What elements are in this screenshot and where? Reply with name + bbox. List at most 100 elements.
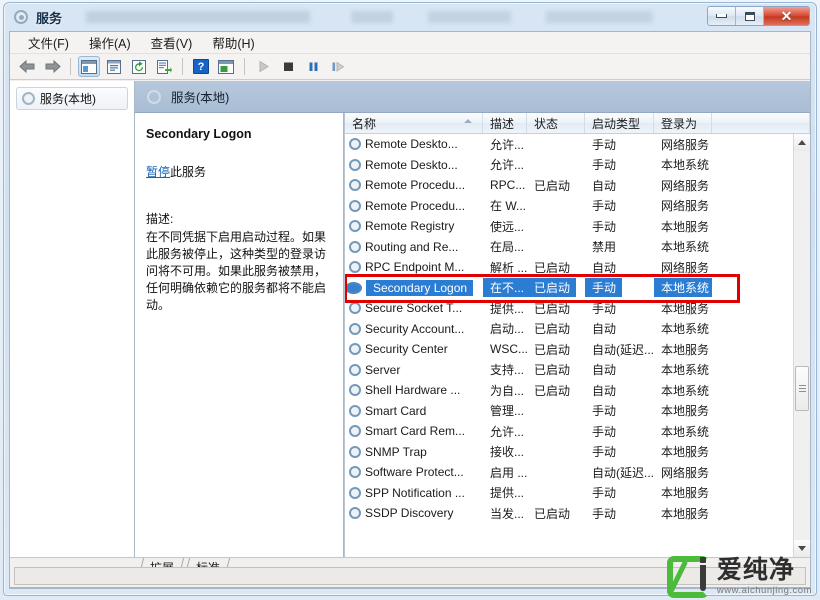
- start-service-button[interactable]: [252, 56, 274, 77]
- table-row[interactable]: Smart Card Rem... 允许... 手动 本地系统: [345, 421, 793, 442]
- services-gear-icon: [349, 199, 361, 212]
- cell-description: 允许...: [483, 136, 527, 153]
- cell-log-on-as: 本地服务: [654, 341, 712, 358]
- menu-help[interactable]: 帮助(H): [202, 31, 264, 54]
- maximize-button[interactable]: [736, 7, 764, 25]
- cell-startup-type-text: 自动: [592, 383, 617, 398]
- table-row[interactable]: RPC Endpoint M... 解析 ... 已启动 自动 网络服务: [345, 257, 793, 278]
- table-row[interactable]: Server 支持... 已启动 自动 本地系统: [345, 360, 793, 381]
- cell-status-text: 已启动: [534, 383, 571, 398]
- table-row[interactable]: Secure Socket T... 提供... 已启动 手动 本地服务: [345, 298, 793, 319]
- cell-service-name: Remote Registry: [345, 219, 483, 233]
- cell-log-on-as: 本地服务: [654, 218, 712, 235]
- cell-description-text: 在局...: [490, 240, 525, 255]
- arrow-left-icon: [18, 60, 34, 73]
- list-vertical-scrollbar[interactable]: [793, 134, 810, 557]
- services-gear-icon: [349, 261, 361, 274]
- table-row[interactable]: Software Protect... 启用 ... 自动(延迟... 网络服务: [345, 462, 793, 483]
- cell-status-text: 已启动: [534, 178, 571, 193]
- cell-startup-type-text: 手动: [592, 199, 617, 214]
- help-button[interactable]: ?: [190, 56, 212, 77]
- cell-status-text: 已启动: [534, 322, 571, 337]
- table-row[interactable]: SPP Notification ... 提供... 手动 本地服务: [345, 483, 793, 504]
- cell-startup-type-text: 手动: [592, 219, 617, 234]
- refresh-button[interactable]: [128, 56, 150, 77]
- forward-button[interactable]: [41, 56, 63, 77]
- column-status-label: 状态: [534, 116, 559, 131]
- pause-service-button[interactable]: [302, 56, 324, 77]
- cell-description-text: 使远...: [490, 219, 525, 234]
- export-list-button[interactable]: [153, 56, 175, 77]
- table-row[interactable]: Remote Deskto... 允许... 手动 网络服务: [345, 134, 793, 155]
- scrollbar-thumb[interactable]: [795, 366, 809, 411]
- cell-status-text: 已启动: [534, 363, 571, 378]
- column-startup-type[interactable]: 启动类型: [585, 113, 654, 133]
- cell-service-name: SPP Notification ...: [345, 486, 483, 500]
- scroll-down-button[interactable]: [794, 540, 810, 557]
- back-button[interactable]: [16, 56, 38, 77]
- column-status[interactable]: 状态: [527, 113, 585, 133]
- column-name-label: 名称: [352, 116, 377, 131]
- column-filler[interactable]: [712, 113, 810, 133]
- pane-header: 服务(本地): [135, 81, 810, 113]
- scroll-up-button[interactable]: [794, 134, 810, 151]
- cell-startup-type: 手动: [585, 402, 654, 419]
- show-action-pane-button[interactable]: [215, 56, 237, 77]
- close-icon: ✕: [780, 8, 793, 24]
- cell-status: 已启动: [527, 278, 585, 298]
- cell-startup-type-text: 手动: [592, 301, 617, 316]
- table-row[interactable]: Remote Procedu... RPC... 已启动 自动 网络服务: [345, 175, 793, 196]
- service-detail-panel: Secondary Logon 暂停此服务 描述: 在不同凭据下启用启动过程。如…: [135, 113, 344, 557]
- table-row[interactable]: Security Account... 启动... 已启动 自动 本地系统: [345, 319, 793, 340]
- table-row[interactable]: SSDP Discovery 当发... 已启动 手动 本地服务: [345, 503, 793, 524]
- table-row[interactable]: Routing and Re... 在局... 禁用 本地系统: [345, 237, 793, 258]
- cell-service-name: Routing and Re...: [345, 240, 483, 254]
- stop-service-button[interactable]: [277, 56, 299, 77]
- table-row[interactable]: Smart Card 管理... 手动 本地服务: [345, 401, 793, 422]
- table-row[interactable]: Secondary Logon 在不... 已启动 手动 本地系统: [345, 278, 793, 299]
- results-pane: 服务(本地) Secondary Logon 暂停此服务 描述: 在不同凭据下启…: [135, 81, 810, 557]
- cell-log-on-as: 网络服务: [654, 464, 712, 481]
- table-row[interactable]: Remote Registry 使远... 手动 本地服务: [345, 216, 793, 237]
- arrow-right-icon: [45, 60, 61, 73]
- cell-startup-type-text: 自动: [592, 260, 617, 275]
- play-icon: [259, 60, 269, 73]
- table-row[interactable]: Security Center WSC... 已启动 自动(延迟... 本地服务: [345, 339, 793, 360]
- refresh-icon: [131, 59, 146, 74]
- service-name-text: Security Center: [365, 342, 448, 357]
- menu-action[interactable]: 操作(A): [79, 31, 141, 54]
- table-row[interactable]: Shell Hardware ... 为自... 已启动 自动 本地系统: [345, 380, 793, 401]
- show-hide-tree-button[interactable]: [78, 56, 100, 77]
- pause-service-link-suffix: 此服务: [170, 165, 207, 179]
- service-name-text: Server: [365, 362, 401, 377]
- service-name-text: Smart Card Rem...: [365, 424, 466, 439]
- cell-startup-type: 手动: [585, 423, 654, 440]
- column-name[interactable]: 名称: [345, 113, 483, 133]
- list-rows: Remote Deskto... 允许... 手动 网络服务 Remote Deskto…: [345, 134, 793, 557]
- cell-log-on-as: 网络服务: [654, 136, 712, 153]
- service-name-text: Remote Registry: [365, 219, 455, 234]
- minimize-button[interactable]: [708, 7, 736, 25]
- restart-service-button[interactable]: [327, 56, 349, 77]
- menu-file[interactable]: 文件(F): [18, 31, 79, 54]
- table-row[interactable]: SNMP Trap 接收... 手动 本地服务: [345, 442, 793, 463]
- cell-log-on-as: 本地服务: [654, 402, 712, 419]
- cell-service-name: Software Protect...: [345, 465, 483, 479]
- cell-log-on-as-text: 网络服务: [661, 199, 710, 214]
- services-gear-icon: [349, 425, 361, 438]
- cell-log-on-as: 本地系统: [654, 238, 712, 255]
- close-button[interactable]: ✕: [764, 7, 809, 25]
- cell-description: 允许...: [483, 156, 527, 173]
- menu-view[interactable]: 查看(V): [141, 31, 203, 54]
- table-row[interactable]: Remote Deskto... 允许... 手动 本地系统: [345, 155, 793, 176]
- tree-node-services-local[interactable]: 服务(本地): [16, 87, 128, 110]
- cell-log-on-as-text: 本地系统: [661, 322, 710, 337]
- menu-bar: 文件(F) 操作(A) 查看(V) 帮助(H): [10, 32, 810, 54]
- column-description[interactable]: 描述: [483, 113, 527, 133]
- cell-service-name: Secondary Logon: [345, 279, 483, 296]
- column-log-on-as[interactable]: 登录为: [654, 113, 712, 133]
- properties-button[interactable]: [103, 56, 125, 77]
- cell-log-on-as: 本地系统: [654, 382, 712, 399]
- table-row[interactable]: Remote Procedu... 在 W... 手动 网络服务: [345, 196, 793, 217]
- pause-service-link[interactable]: 暂停: [146, 165, 170, 179]
